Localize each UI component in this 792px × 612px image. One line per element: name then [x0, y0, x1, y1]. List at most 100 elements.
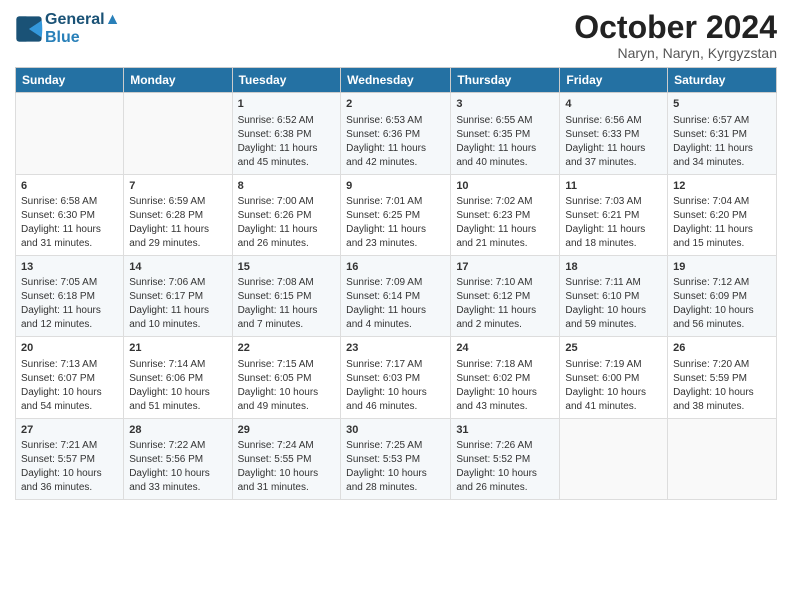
- sunrise-text: Sunrise: 7:12 AM: [673, 277, 749, 288]
- day-number: 15: [238, 260, 336, 275]
- day-number: 18: [565, 260, 662, 275]
- day-number: 9: [346, 179, 445, 194]
- sunset-text: Sunset: 6:15 PM: [238, 291, 312, 302]
- day-number: 6: [21, 179, 118, 194]
- day-cell: 29Sunrise: 7:24 AMSunset: 5:55 PMDayligh…: [232, 418, 341, 499]
- sunrise-text: Sunrise: 7:22 AM: [129, 440, 205, 451]
- sunset-text: Sunset: 6:20 PM: [673, 210, 747, 221]
- daylight-text: Daylight: 11 hours and 40 minutes.: [456, 143, 536, 168]
- daylight-text: Daylight: 10 hours and 28 minutes.: [346, 468, 427, 493]
- day-number: 10: [456, 179, 554, 194]
- day-number: 27: [21, 423, 118, 438]
- sunset-text: Sunset: 5:57 PM: [21, 454, 95, 465]
- day-number: 2: [346, 97, 445, 112]
- daylight-text: Daylight: 10 hours and 36 minutes.: [21, 468, 102, 493]
- daylight-text: Daylight: 10 hours and 51 minutes.: [129, 387, 210, 412]
- header-row: SundayMondayTuesdayWednesdayThursdayFrid…: [16, 68, 777, 93]
- daylight-text: Daylight: 11 hours and 26 minutes.: [238, 224, 318, 249]
- day-number: 19: [673, 260, 771, 275]
- day-cell: 21Sunrise: 7:14 AMSunset: 6:06 PMDayligh…: [124, 337, 232, 418]
- sunrise-text: Sunrise: 7:10 AM: [456, 277, 532, 288]
- sunrise-text: Sunrise: 6:55 AM: [456, 115, 532, 126]
- sunrise-text: Sunrise: 7:21 AM: [21, 440, 97, 451]
- daylight-text: Daylight: 11 hours and 37 minutes.: [565, 143, 645, 168]
- day-number: 31: [456, 423, 554, 438]
- week-row-5: 27 Sunrise: 7:21 AM Sunset: 5:57 PM Dayligh…: [16, 418, 777, 499]
- day-cell: 2Sunrise: 6:53 AMSunset: 6:36 PMDaylight…: [341, 93, 451, 174]
- sunset-text: Sunset: 6:06 PM: [129, 373, 203, 384]
- day-number: 28: [129, 423, 226, 438]
- main-container: General▲ Blue October 2024 Naryn, Naryn,…: [0, 0, 792, 510]
- day-cell: [668, 418, 777, 499]
- day-number: 13: [21, 260, 118, 275]
- logo: General▲ Blue: [15, 10, 120, 47]
- daylight-text: Daylight: 11 hours and 23 minutes.: [346, 224, 426, 249]
- sunrise-text: Sunrise: 7:04 AM: [673, 196, 749, 207]
- daylight-text: Daylight: 10 hours and 41 minutes.: [565, 387, 646, 412]
- day-cell: [16, 93, 124, 174]
- day-number: 7: [129, 179, 226, 194]
- sunrise-text: Sunrise: 7:19 AM: [565, 359, 641, 370]
- day-cell: 23Sunrise: 7:17 AMSunset: 6:03 PMDayligh…: [341, 337, 451, 418]
- sunset-text: Sunset: 6:21 PM: [565, 210, 639, 221]
- day-cell: 14Sunrise: 7:06 AMSunset: 6:17 PMDayligh…: [124, 255, 232, 336]
- sunrise-text: Sunrise: 7:06 AM: [129, 277, 205, 288]
- title-block: October 2024 Naryn, Naryn, Kyrgyzstan: [574, 10, 777, 61]
- day-cell: 15Sunrise: 7:08 AMSunset: 6:15 PMDayligh…: [232, 255, 341, 336]
- daylight-text: Daylight: 10 hours and 56 minutes.: [673, 305, 754, 330]
- daylight-text: Daylight: 11 hours and 29 minutes.: [129, 224, 209, 249]
- daylight-text: Daylight: 11 hours and 7 minutes.: [238, 305, 318, 330]
- sunrise-text: Sunrise: 7:03 AM: [565, 196, 641, 207]
- sunset-text: Sunset: 6:31 PM: [673, 129, 747, 140]
- day-cell: 22Sunrise: 7:15 AMSunset: 6:05 PMDayligh…: [232, 337, 341, 418]
- sunset-text: Sunset: 6:02 PM: [456, 373, 530, 384]
- daylight-text: Daylight: 10 hours and 49 minutes.: [238, 387, 319, 412]
- daylight-text: Daylight: 11 hours and 21 minutes.: [456, 224, 536, 249]
- day-cell: 28Sunrise: 7:22 AMSunset: 5:56 PMDayligh…: [124, 418, 232, 499]
- sunrise-text: Sunrise: 7:18 AM: [456, 359, 532, 370]
- sunset-text: Sunset: 5:53 PM: [346, 454, 420, 465]
- day-number: 26: [673, 341, 771, 356]
- sunrise-text: Sunrise: 6:58 AM: [21, 196, 97, 207]
- daylight-text: Daylight: 11 hours and 2 minutes.: [456, 305, 536, 330]
- day-cell: 9 Sunrise: 7:01 AM Sunset: 6:25 PM Daylight…: [341, 174, 451, 255]
- day-cell: 24Sunrise: 7:18 AMSunset: 6:02 PMDayligh…: [451, 337, 560, 418]
- day-number: 11: [565, 179, 662, 194]
- day-cell: 16Sunrise: 7:09 AMSunset: 6:14 PMDayligh…: [341, 255, 451, 336]
- sunrise-text: Sunrise: 7:05 AM: [21, 277, 97, 288]
- daylight-text: Daylight: 10 hours and 26 minutes.: [456, 468, 537, 493]
- col-header-wednesday: Wednesday: [341, 68, 451, 93]
- logo-icon: [15, 15, 43, 43]
- sunset-text: Sunset: 6:26 PM: [238, 210, 312, 221]
- day-cell: 10Sunrise: 7:02 AMSunset: 6:23 PMDayligh…: [451, 174, 560, 255]
- sunset-text: Sunset: 6:36 PM: [346, 129, 420, 140]
- day-number: 24: [456, 341, 554, 356]
- day-cell: [560, 418, 668, 499]
- day-number: 16: [346, 260, 445, 275]
- day-cell: [124, 93, 232, 174]
- day-number: 14: [129, 260, 226, 275]
- sunrise-text: Sunrise: 7:02 AM: [456, 196, 532, 207]
- sunset-text: Sunset: 5:52 PM: [456, 454, 530, 465]
- day-number: 8: [238, 179, 336, 194]
- day-number: 4: [565, 97, 662, 112]
- day-number: 17: [456, 260, 554, 275]
- sunrise-text: Sunrise: 7:20 AM: [673, 359, 749, 370]
- sunset-text: Sunset: 6:33 PM: [565, 129, 639, 140]
- sunrise-text: Sunrise: 6:57 AM: [673, 115, 749, 126]
- sunrise-text: Sunrise: 7:01 AM: [346, 196, 422, 207]
- sunset-text: Sunset: 6:35 PM: [456, 129, 530, 140]
- sunset-text: Sunset: 5:55 PM: [238, 454, 312, 465]
- day-cell: 25Sunrise: 7:19 AMSunset: 6:00 PMDayligh…: [560, 337, 668, 418]
- daylight-text: Daylight: 10 hours and 38 minutes.: [673, 387, 754, 412]
- sunrise-text: Sunrise: 7:13 AM: [21, 359, 97, 370]
- sunrise-text: Sunrise: 6:53 AM: [346, 115, 422, 126]
- col-header-thursday: Thursday: [451, 68, 560, 93]
- day-cell: 5Sunrise: 6:57 AMSunset: 6:31 PMDaylight…: [668, 93, 777, 174]
- sunset-text: Sunset: 6:25 PM: [346, 210, 420, 221]
- sunset-text: Sunset: 6:09 PM: [673, 291, 747, 302]
- col-header-tuesday: Tuesday: [232, 68, 341, 93]
- logo-text: General▲ Blue: [45, 10, 120, 47]
- sunset-text: Sunset: 6:18 PM: [21, 291, 95, 302]
- day-number: 5: [673, 97, 771, 112]
